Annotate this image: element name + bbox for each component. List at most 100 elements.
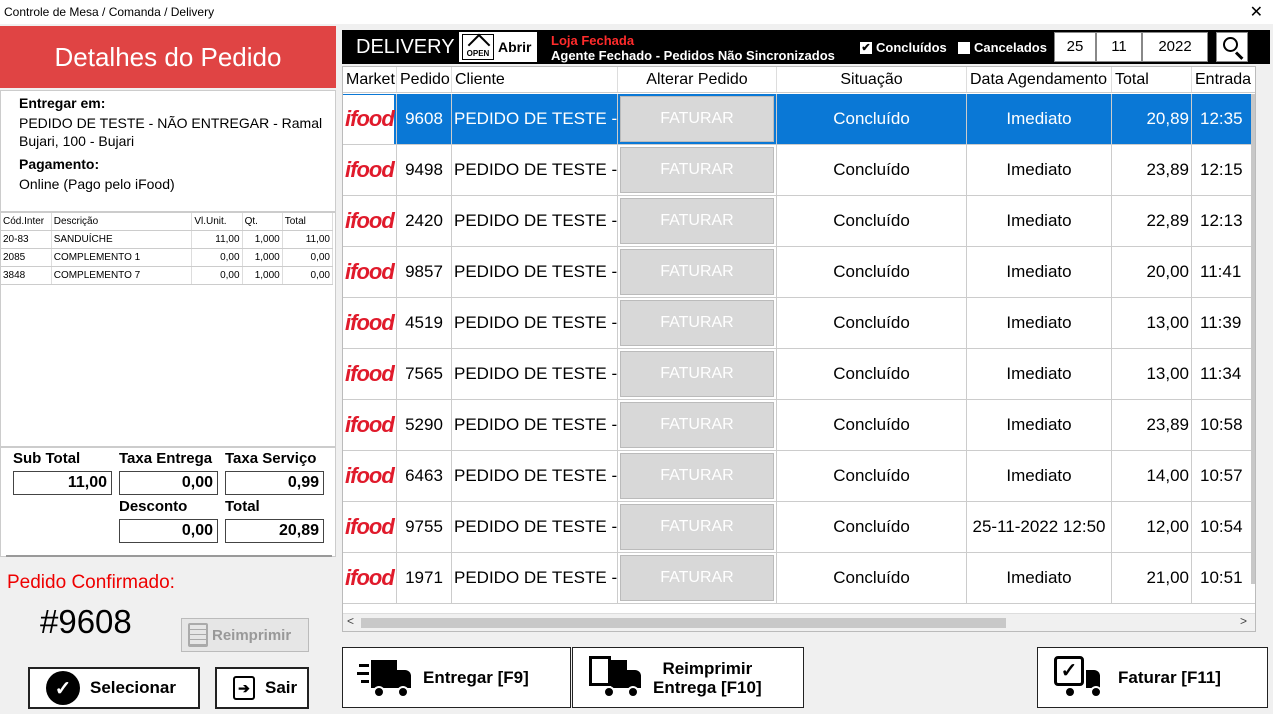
reprint-button[interactable]: Reimprimir (181, 618, 309, 652)
order-row[interactable]: ifood6463PEDIDO DE TESTE - JoFATURARConc… (343, 451, 1255, 502)
item-row[interactable]: 20-83 SANDUÍCHE 11,00 1,000 11,00 (1, 230, 334, 249)
order-row[interactable]: ifood5290PEDIDO DE TESTE - JoFATURARConc… (343, 400, 1255, 451)
close-icon[interactable]: ✕ (1250, 2, 1263, 22)
col-alterar[interactable]: Alterar Pedido (618, 67, 777, 92)
open-store-button[interactable]: OPEN Abrir (459, 32, 537, 62)
market-logo: ifood (343, 451, 397, 501)
checkbox-checked-icon: ✔ (860, 41, 872, 54)
faturar-button[interactable]: FATURAR (620, 249, 774, 295)
invoice-label: Faturar [F11] (1118, 667, 1221, 687)
ifood-logo-icon: ifood (345, 412, 395, 437)
order-row[interactable]: ifood9608PEDIDO DE TESTE - JoFATURARConc… (343, 94, 1255, 145)
faturar-button[interactable]: FATURAR (620, 402, 774, 448)
col-cliente[interactable]: Cliente (452, 67, 618, 92)
items-col-code[interactable]: Cód.Inter (1, 213, 52, 231)
grid-header: Market Pedido Cliente Alterar Pedido Sit… (343, 67, 1255, 93)
faturar-button[interactable]: FATURAR (620, 96, 774, 142)
payment-label: Pagamento: (19, 156, 100, 172)
subtotal-field[interactable]: 11,00 (13, 471, 112, 495)
concluidos-checkbox[interactable]: ✔ Concluídos (860, 40, 947, 55)
order-row[interactable]: ifood7565PEDIDO DE TESTE - JoFATURARConc… (343, 349, 1255, 400)
deliver-button[interactable]: Entregar [F9] (342, 647, 571, 708)
faturar-button[interactable]: FATURAR (620, 198, 774, 244)
order-id: 7565 (397, 349, 452, 399)
faturar-button[interactable]: FATURAR (620, 555, 774, 601)
select-button[interactable]: ✓ Selecionar (28, 667, 200, 709)
entry-time: 11:41 (1192, 247, 1255, 297)
order-total: 13,00 (1112, 298, 1192, 348)
day-field[interactable]: 25 (1054, 32, 1096, 62)
title-bar: Controle de Mesa / Comanda / Delivery ✕ (0, 0, 1273, 24)
order-id: 9755 (397, 502, 452, 552)
customer-name: PEDIDO DE TESTE - Jo (452, 247, 618, 297)
item-cell: 2085 (1, 248, 52, 267)
scroll-right-icon[interactable]: > (1240, 614, 1247, 628)
items-col-unit[interactable]: Vl.Unit. (191, 213, 243, 231)
col-pedido[interactable]: Pedido (397, 67, 452, 92)
item-row[interactable]: 3848 COMPLEMENTO 7 0,00 1,000 0,00 (1, 266, 334, 285)
items-col-qty[interactable]: Qt. (242, 213, 283, 231)
delivery-fee-field[interactable]: 0,00 (119, 471, 218, 495)
month-field[interactable]: 11 (1096, 32, 1142, 62)
order-row[interactable]: ifood1971PEDIDO DE TESTE - JoFATURARConc… (343, 553, 1255, 604)
total-field[interactable]: 20,89 (225, 519, 324, 543)
order-status: Concluído (777, 400, 967, 450)
order-row[interactable]: ifood4519PEDIDO DE TESTE - JoFATURARConc… (343, 298, 1255, 349)
discount-field[interactable]: 0,00 (119, 519, 218, 543)
service-fee-field[interactable]: 0,99 (225, 471, 324, 495)
invoice-cell: FATURAR (618, 502, 777, 552)
exit-button[interactable]: ➔ Sair (215, 667, 309, 709)
faturar-button[interactable]: FATURAR (620, 300, 774, 346)
market-logo: ifood (343, 145, 397, 195)
order-row[interactable]: ifood9755PEDIDO DE TESTE - JoFATURARConc… (343, 502, 1255, 553)
customer-name: PEDIDO DE TESTE - Jo (452, 502, 618, 552)
faturar-button[interactable]: FATURAR (620, 147, 774, 193)
entry-time: 10:51 (1192, 553, 1255, 603)
item-row[interactable]: 2085 COMPLEMENTO 1 0,00 1,000 0,00 (1, 248, 334, 267)
horizontal-scrollbar[interactable]: < > (343, 613, 1255, 631)
schedule-date: Imediato (967, 94, 1112, 144)
order-total: 12,00 (1112, 502, 1192, 552)
items-col-total[interactable]: Total (282, 213, 334, 231)
scroll-thumb[interactable] (361, 618, 1006, 628)
reprint-delivery-button[interactable]: Reimprimir Entrega [F10] (572, 647, 804, 708)
scroll-left-icon[interactable]: < (347, 614, 354, 628)
schedule-date: Imediato (967, 247, 1112, 297)
item-cell: COMPLEMENTO 7 (51, 266, 193, 285)
cancelados-checkbox[interactable]: Cancelados (958, 40, 1047, 55)
col-data[interactable]: Data Agendamento (967, 67, 1112, 92)
col-market[interactable]: Market (343, 67, 397, 92)
entry-time: 12:13 (1192, 196, 1255, 246)
deliver-label: Entregar em: (19, 95, 106, 111)
order-row[interactable]: ifood9498PEDIDO DE TESTE - JoFATURARConc… (343, 145, 1255, 196)
vertical-scrollbar[interactable] (1251, 94, 1255, 584)
details-header: Detalhes do Pedido (0, 26, 336, 88)
faturar-button[interactable]: FATURAR (620, 504, 774, 550)
order-status: Concluído (777, 502, 967, 552)
concluidos-label: Concluídos (876, 40, 947, 55)
item-cell: 1,000 (242, 248, 283, 267)
col-situacao[interactable]: Situação (777, 67, 967, 92)
order-row[interactable]: ifood9857PEDIDO DE TESTE - JoFATURARConc… (343, 247, 1255, 298)
items-table: Cód.Inter Descrição Vl.Unit. Qt. Total 2… (1, 213, 334, 285)
search-button[interactable] (1216, 32, 1248, 62)
market-logo: ifood (343, 94, 397, 144)
truck-document-icon (587, 655, 645, 700)
deliver-label: Entregar [F9] (423, 667, 529, 687)
faturar-button[interactable]: FATURAR (620, 453, 774, 499)
order-row[interactable]: ifood2420PEDIDO DE TESTE - JoFATURARConc… (343, 196, 1255, 247)
order-total: 20,89 (1112, 94, 1192, 144)
invoice-button[interactable]: ✓ Faturar [F11] (1037, 647, 1268, 708)
faturar-button[interactable]: FATURAR (620, 351, 774, 397)
cancelados-label: Cancelados (974, 40, 1047, 55)
year-field[interactable]: 2022 (1142, 32, 1208, 62)
item-cell: 0,00 (282, 266, 334, 285)
col-total[interactable]: Total (1112, 67, 1192, 92)
check-circle-icon: ✓ (46, 671, 80, 705)
entry-time: 10:54 (1192, 502, 1255, 552)
col-entrada[interactable]: Entrada (1192, 67, 1255, 92)
delivery-toolbar: DELIVERY OPEN Abrir Loja Fechada Agente … (342, 30, 1270, 64)
items-col-description[interactable]: Descrição (51, 213, 193, 231)
invoice-cell: FATURAR (618, 400, 777, 450)
order-total: 13,00 (1112, 349, 1192, 399)
